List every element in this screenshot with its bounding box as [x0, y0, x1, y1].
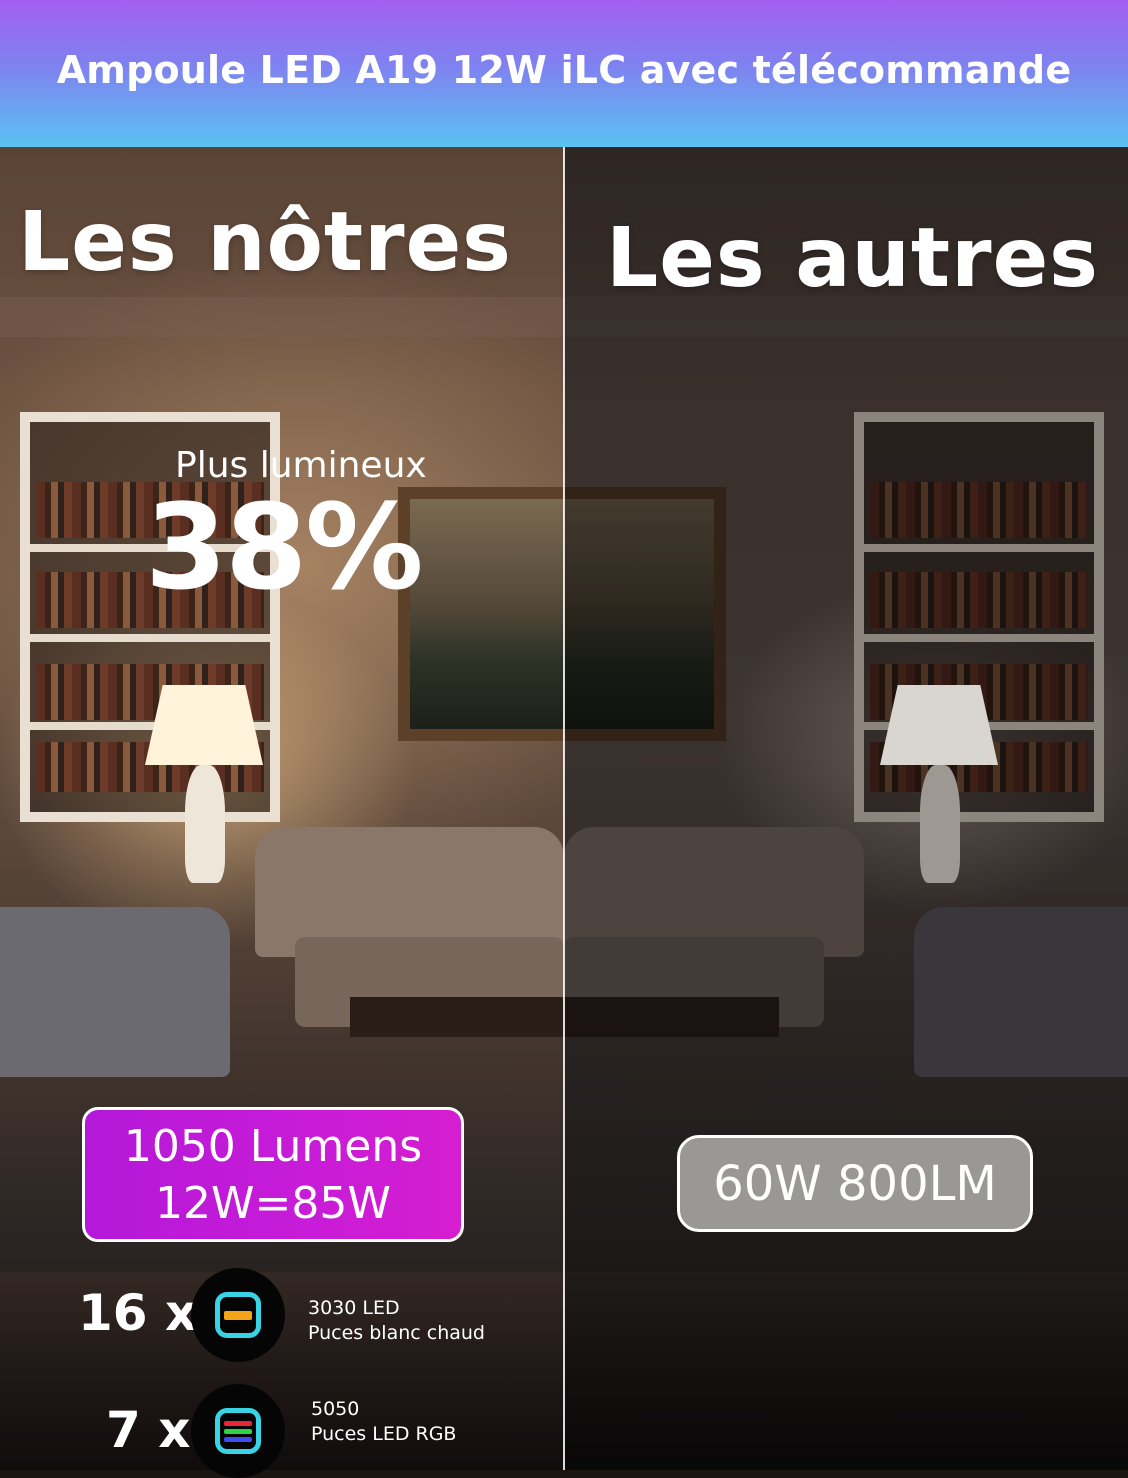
ceiling-molding	[0, 297, 564, 337]
banner-title: Ampoule LED A19 12W iLC avec télécommand…	[56, 47, 1072, 92]
floor-rug	[564, 1272, 1128, 1470]
rgb-chip-badge	[191, 1384, 285, 1478]
coffee-table	[350, 997, 564, 1037]
ours-heading: Les nôtres	[18, 195, 512, 290]
lamp-base	[185, 765, 225, 883]
brightness-value: 38%	[145, 478, 423, 616]
ours-lumens: 1050 Lumens	[123, 1120, 423, 1172]
armchair-left	[0, 907, 230, 1077]
comparison-scene	[0, 147, 1128, 1470]
ours-spec-badge: 1050 Lumens 12W=85W	[82, 1107, 464, 1242]
warm-chip-badge	[191, 1268, 285, 1362]
lamp-base	[920, 765, 960, 883]
landscape-painting	[564, 487, 726, 741]
warm-chip-count: 16 x	[78, 1284, 198, 1342]
rgb-chip-desc: Puces LED RGB	[311, 1423, 457, 1445]
lamp-shade	[880, 685, 998, 765]
others-spec-badge: 60W 800LM	[677, 1135, 1033, 1232]
ours-room-photo	[0, 147, 576, 1470]
warm-chip-model: 3030 LED	[308, 1297, 400, 1319]
ours-wattage: 12W=85W	[155, 1177, 391, 1229]
others-spec-label: 60W 800LM	[713, 1155, 997, 1212]
landscape-painting	[398, 487, 576, 741]
warm-chip-desc: Puces blanc chaud	[308, 1322, 485, 1344]
others-room-photo	[564, 147, 1128, 1470]
rgb-chip-text: 5050 Puces LED RGB	[311, 1397, 456, 1447]
rgb-chip-count: 7 x	[106, 1401, 191, 1459]
coffee-table	[564, 997, 779, 1037]
comparison-divider	[563, 147, 565, 1470]
warm-chip-text: 3030 LED Puces blanc chaud	[308, 1296, 485, 1346]
rgb-led-chip-icon	[215, 1408, 261, 1454]
others-heading: Les autres	[606, 211, 1099, 306]
lamp-shade	[145, 685, 263, 765]
banner-header: Ampoule LED A19 12W iLC avec télécommand…	[0, 0, 1128, 147]
rgb-chip-model: 5050	[311, 1398, 360, 1420]
armchair-right	[914, 907, 1128, 1077]
warm-led-chip-icon	[215, 1292, 261, 1338]
